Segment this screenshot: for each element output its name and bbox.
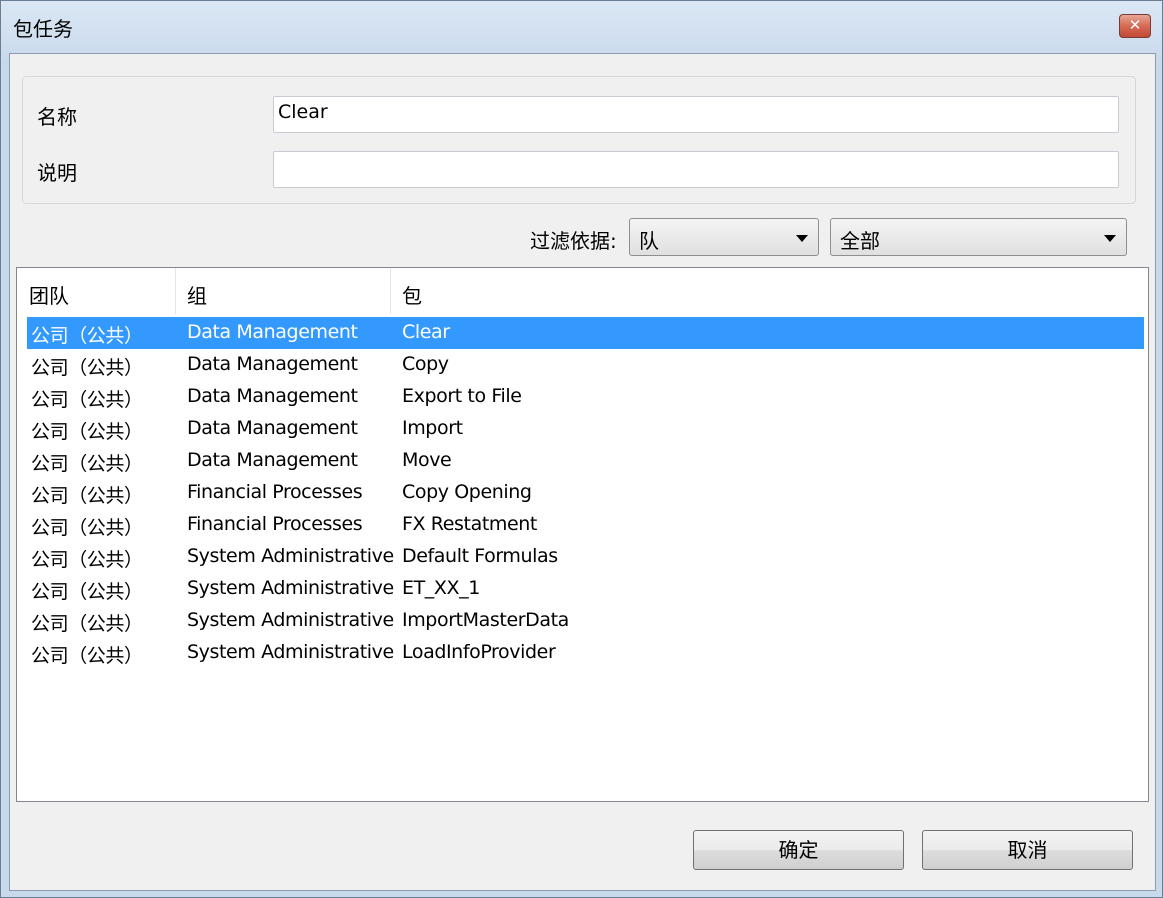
chevron-down-icon (1104, 235, 1116, 242)
title-bar[interactable]: 包任务 ✕ (1, 1, 1162, 51)
group-cell: Data Management (187, 385, 358, 407)
filter-scope-value: 全部 (840, 229, 880, 253)
table-row[interactable]: 公司（公共） Data Management Clear (27, 317, 1144, 349)
team-cell: 公司（公共） (31, 581, 143, 603)
chevron-down-icon (796, 235, 808, 242)
package-list[interactable]: 团队 组 包 公司（公共） Data Management Clear 公司（公… (16, 267, 1149, 802)
package-cell: Copy (402, 353, 449, 375)
close-button[interactable]: ✕ (1119, 14, 1151, 38)
team-cell: 公司（公共） (31, 517, 143, 539)
table-row[interactable]: 公司（公共） Data Management Copy (27, 349, 1144, 381)
group-cell: Data Management (187, 321, 358, 343)
table-row[interactable]: 公司（公共） Data Management Move (27, 445, 1144, 477)
group-cell: Financial Processes (187, 481, 363, 503)
name-input[interactable]: Clear (273, 96, 1119, 133)
package-cell: Copy Opening (402, 481, 532, 503)
table-row[interactable]: 公司（公共） System Administrative Default For… (27, 541, 1144, 573)
table-row[interactable]: 公司（公共） System Administrative ImportMaste… (27, 605, 1144, 637)
table-row[interactable]: 公司（公共） Financial Processes Copy Opening (27, 477, 1144, 509)
team-cell: 公司（公共） (31, 389, 143, 411)
group-cell: System Administrative (187, 641, 394, 663)
team-cell: 公司（公共） (31, 645, 143, 667)
name-label: 名称 (37, 105, 77, 129)
package-cell: Default Formulas (402, 545, 558, 567)
table-row[interactable]: 公司（公共） Financial Processes FX Restatment (27, 509, 1144, 541)
group-cell: System Administrative (187, 577, 394, 599)
group-cell: Financial Processes (187, 513, 363, 535)
team-cell: 公司（公共） (31, 613, 143, 635)
table-row[interactable]: 公司（公共） Data Management Import (27, 413, 1144, 445)
package-cell: Move (402, 449, 452, 471)
column-divider[interactable] (390, 268, 391, 314)
team-cell: 公司（公共） (31, 549, 143, 571)
team-cell: 公司（公共） (31, 357, 143, 379)
filter-scope-select[interactable]: 全部 (830, 218, 1127, 256)
ok-button[interactable]: 确定 (693, 830, 904, 870)
column-divider[interactable] (175, 268, 176, 314)
table-row[interactable]: 公司（公共） System Administrative ET_XX_1 (27, 573, 1144, 605)
close-icon: ✕ (1128, 16, 1142, 34)
cancel-button[interactable]: 取消 (922, 830, 1133, 870)
description-label: 说明 (37, 161, 77, 185)
group-cell: System Administrative (187, 609, 394, 631)
filter-type-value: 队 (639, 229, 659, 253)
package-cell: Import (402, 417, 463, 439)
package-cell: FX Restatment (402, 513, 537, 535)
table-row[interactable]: 公司（公共） Data Management Export to File (27, 381, 1144, 413)
description-input[interactable] (273, 151, 1119, 188)
team-cell: 公司（公共） (31, 453, 143, 475)
group-cell: Data Management (187, 449, 358, 471)
group-cell: System Administrative (187, 545, 394, 567)
table-row[interactable]: 公司（公共） System Administrative LoadInfoPro… (27, 637, 1144, 669)
package-cell: ET_XX_1 (402, 577, 480, 599)
package-cell: LoadInfoProvider (402, 641, 556, 663)
window-title: 包任务 (13, 17, 73, 41)
filter-type-select[interactable]: 队 (629, 218, 819, 256)
column-header-package[interactable]: 包 (402, 280, 422, 309)
group-cell: Data Management (187, 353, 358, 375)
dialog-body: 名称 Clear 说明 过滤依据: 队 全部 团队 组 包 公司（公共） Dat… (9, 53, 1156, 891)
team-cell: 公司（公共） (31, 325, 143, 347)
column-header-team[interactable]: 团队 (29, 280, 69, 309)
filter-label: 过滤依据: (530, 229, 617, 253)
column-header-group[interactable]: 组 (187, 280, 207, 309)
list-header: 团队 组 包 (17, 268, 1144, 314)
team-cell: 公司（公共） (31, 421, 143, 443)
team-cell: 公司（公共） (31, 485, 143, 507)
task-info-panel: 名称 Clear 说明 (22, 76, 1136, 204)
package-cell: Clear (402, 321, 450, 343)
package-cell: Export to File (402, 385, 522, 407)
package-task-dialog: 包任务 ✕ 名称 Clear 说明 过滤依据: 队 全部 团队 组 包 公司（公… (0, 0, 1163, 898)
package-cell: ImportMasterData (402, 609, 569, 631)
group-cell: Data Management (187, 417, 358, 439)
